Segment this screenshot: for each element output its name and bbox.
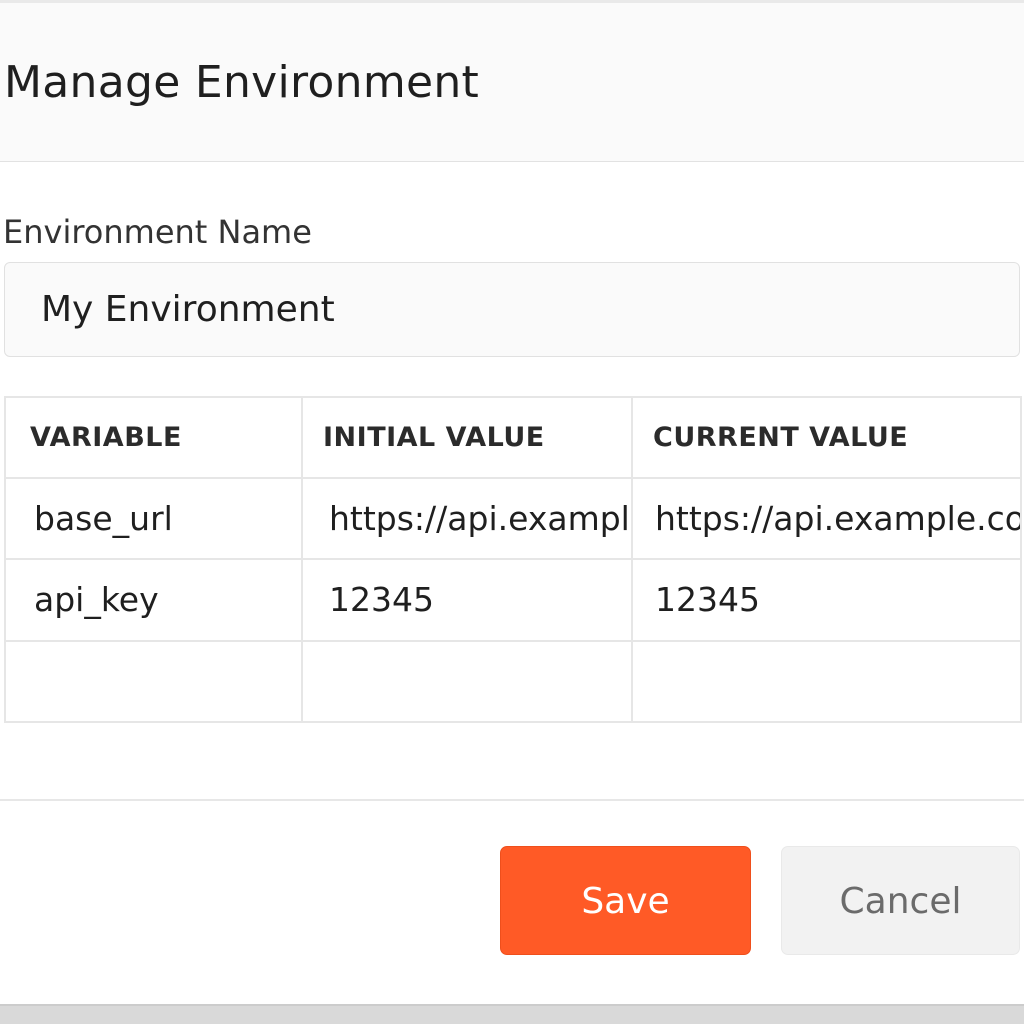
dialog-title: Manage Environment	[4, 57, 480, 108]
initial-value-cell[interactable]: https://api.example.com	[301, 476, 633, 561]
initial-value-cell[interactable]	[301, 639, 633, 724]
table-header-row: VARIABLE INITIAL VALUE CURRENT VALUE	[4, 396, 1022, 479]
variable-cell[interactable]: api_key	[4, 558, 303, 642]
table-row: api_key 12345 12345	[4, 558, 1022, 642]
cancel-button[interactable]: Cancel	[781, 846, 1020, 955]
variable-cell[interactable]: base_url	[4, 476, 303, 561]
current-value-cell[interactable]: https://api.example.com	[631, 476, 1022, 561]
initial-value-cell[interactable]: 12345	[301, 558, 633, 642]
column-header-initial-value: INITIAL VALUE	[301, 396, 633, 479]
manage-environment-dialog: Manage Environment Environment Name VARI…	[0, 0, 1024, 1024]
current-value-cell[interactable]	[631, 639, 1022, 724]
column-header-current-value: CURRENT VALUE	[631, 396, 1022, 479]
environment-name-label: Environment Name	[3, 213, 312, 251]
save-button[interactable]: Save	[500, 846, 751, 955]
variable-cell[interactable]	[4, 639, 303, 724]
column-header-variable: VARIABLE	[4, 396, 303, 479]
environment-name-input[interactable]	[4, 262, 1020, 357]
table-row: base_url https://api.example.com https:/…	[4, 476, 1022, 561]
variables-table: VARIABLE INITIAL VALUE CURRENT VALUE bas…	[4, 396, 1022, 724]
current-value-cell[interactable]: 12345	[631, 558, 1022, 642]
bottom-edge	[0, 1004, 1024, 1024]
dialog-header: Manage Environment	[0, 3, 1024, 162]
table-row-empty	[4, 639, 1022, 724]
footer-divider	[0, 799, 1024, 801]
